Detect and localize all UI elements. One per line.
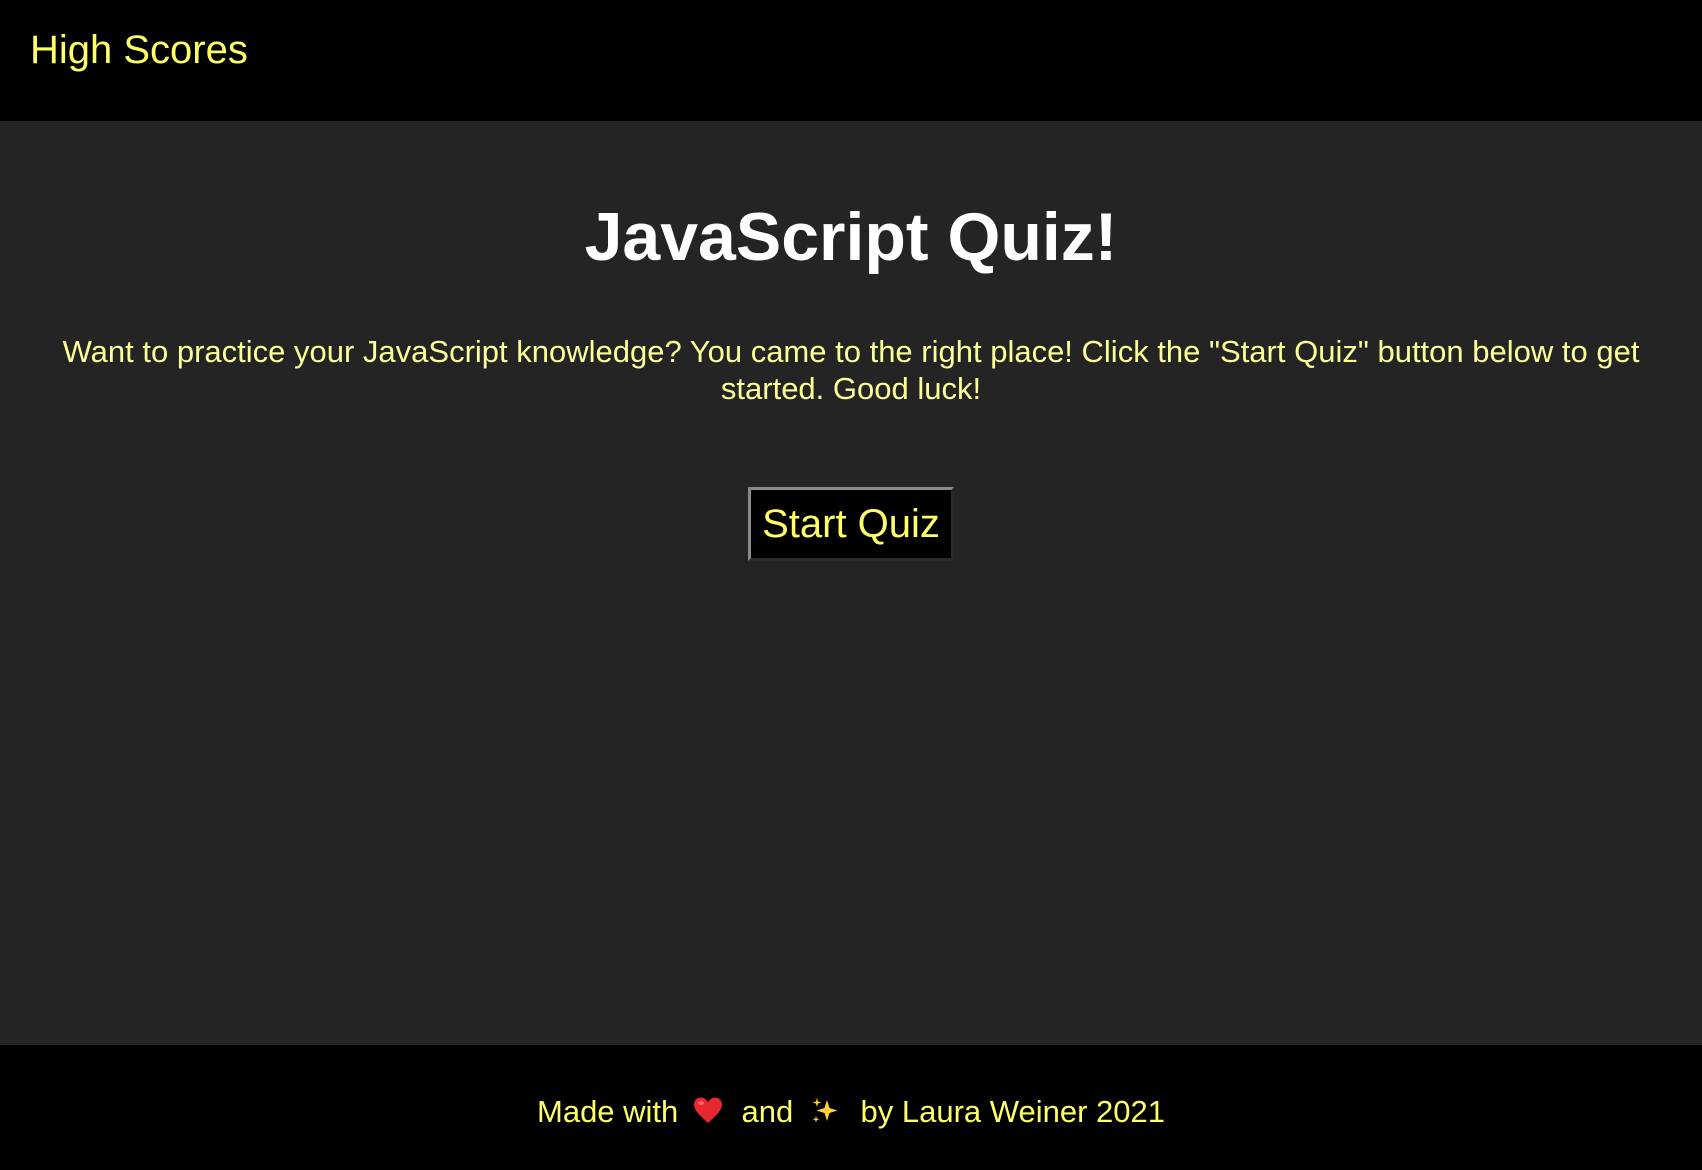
intro-text: Want to practice your JavaScript knowled… (62, 334, 1640, 406)
footer-credit: Made with and by Laura Weiner 2021 (0, 1093, 1702, 1130)
page-title: JavaScript Quiz! (584, 199, 1118, 275)
start-quiz-button[interactable]: Start Quiz (748, 487, 954, 561)
high-scores-link[interactable]: High Scores (30, 26, 248, 74)
footer-and: and (741, 1094, 794, 1129)
top-nav-bar: High Scores (0, 0, 1702, 121)
sparkle-icon (810, 1096, 840, 1126)
heart-icon (693, 1096, 723, 1126)
main-content: JavaScript Quiz! Want to practice your J… (0, 121, 1702, 1045)
quiz-page: High Scores JavaScript Quiz! Want to pra… (0, 0, 1702, 1170)
footer-byline: by Laura Weiner 2021 (860, 1094, 1165, 1129)
footer-made-with: Made with (537, 1094, 679, 1129)
footer: Made with and by Laura Weiner 2021 (0, 1045, 1702, 1170)
